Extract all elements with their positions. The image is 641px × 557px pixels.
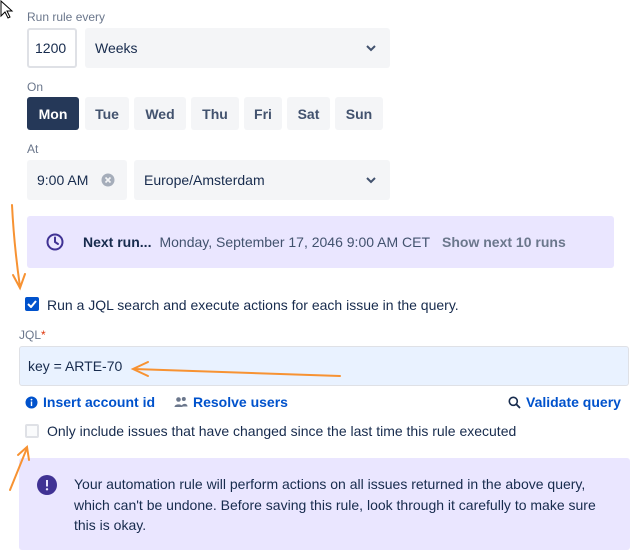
only-changed-checkbox-label: Only include issues that have changed si… [47, 423, 517, 439]
clock-icon [46, 233, 64, 251]
validate-query-link[interactable]: Validate query [508, 394, 621, 410]
at-label: At [27, 142, 39, 156]
insert-account-id-link[interactable]: Insert account id [25, 394, 155, 410]
jql-label: JQL* [19, 328, 46, 342]
only-changed-checkbox[interactable] [25, 424, 39, 438]
info-circle-icon [25, 396, 38, 408]
checkmark-icon [27, 300, 37, 308]
required-marker: * [41, 328, 46, 342]
chevron-down-icon [366, 45, 376, 52]
day-thu-button[interactable]: Thu [191, 97, 239, 130]
users-icon [174, 397, 188, 407]
warning-line-3: this is okay. [74, 517, 147, 533]
info-icon [37, 475, 57, 495]
jql-label-text: JQL [19, 328, 42, 342]
interval-unit-value: Weeks [95, 40, 138, 56]
day-sun-button[interactable]: Sun [335, 97, 383, 130]
next-run-label: Next run... [83, 234, 152, 250]
jql-input[interactable]: key = ARTE-70 [19, 346, 629, 386]
annotation-arrow-1 [11, 204, 26, 291]
warning-line-1: Your automation rule will perform action… [74, 476, 586, 492]
warning-banner: Your automation rule will perform action… [19, 458, 630, 550]
validate-query-label: Validate query [526, 394, 621, 410]
insert-account-id-label: Insert account id [43, 394, 156, 410]
next-run-banner: Next run... Monday, September 17, 2046 9… [27, 216, 614, 268]
day-tue-button[interactable]: Tue [85, 97, 129, 130]
next-run-datetime: Monday, September 17, 2046 9:00 AM CET [159, 234, 431, 250]
run-jql-checkbox-label: Run a JQL search and execute actions for… [47, 297, 459, 313]
jql-input-value: key = ARTE-70 [28, 358, 123, 374]
run-rule-every-label: Run rule every [27, 10, 106, 24]
day-mon-button[interactable]: Mon [27, 97, 79, 130]
interval-unit-select[interactable]: Weeks [85, 28, 390, 68]
mouse-cursor-icon [0, 0, 14, 19]
clear-icon[interactable] [101, 173, 115, 187]
on-label: On [27, 80, 44, 94]
timezone-select[interactable]: Europe/Amsterdam [134, 160, 390, 200]
day-wed-button[interactable]: Wed [134, 97, 186, 130]
day-fri-button[interactable]: Fri [244, 97, 282, 130]
warning-line-2: which can't be undone. Before saving thi… [74, 497, 596, 513]
search-icon [508, 396, 521, 409]
resolve-users-link[interactable]: Resolve users [174, 394, 288, 410]
time-input[interactable]: 9:00 AM [27, 160, 127, 200]
time-value: 9:00 AM [37, 172, 89, 188]
timezone-value: Europe/Amsterdam [144, 172, 265, 188]
resolve-users-label: Resolve users [193, 394, 288, 410]
show-next-runs-link[interactable]: Show next 10 runs [442, 234, 566, 250]
run-jql-checkbox[interactable] [25, 297, 39, 311]
interval-value-input[interactable]: 1200 [27, 28, 77, 68]
day-sat-button[interactable]: Sat [287, 97, 330, 130]
chevron-down-icon [366, 177, 376, 184]
